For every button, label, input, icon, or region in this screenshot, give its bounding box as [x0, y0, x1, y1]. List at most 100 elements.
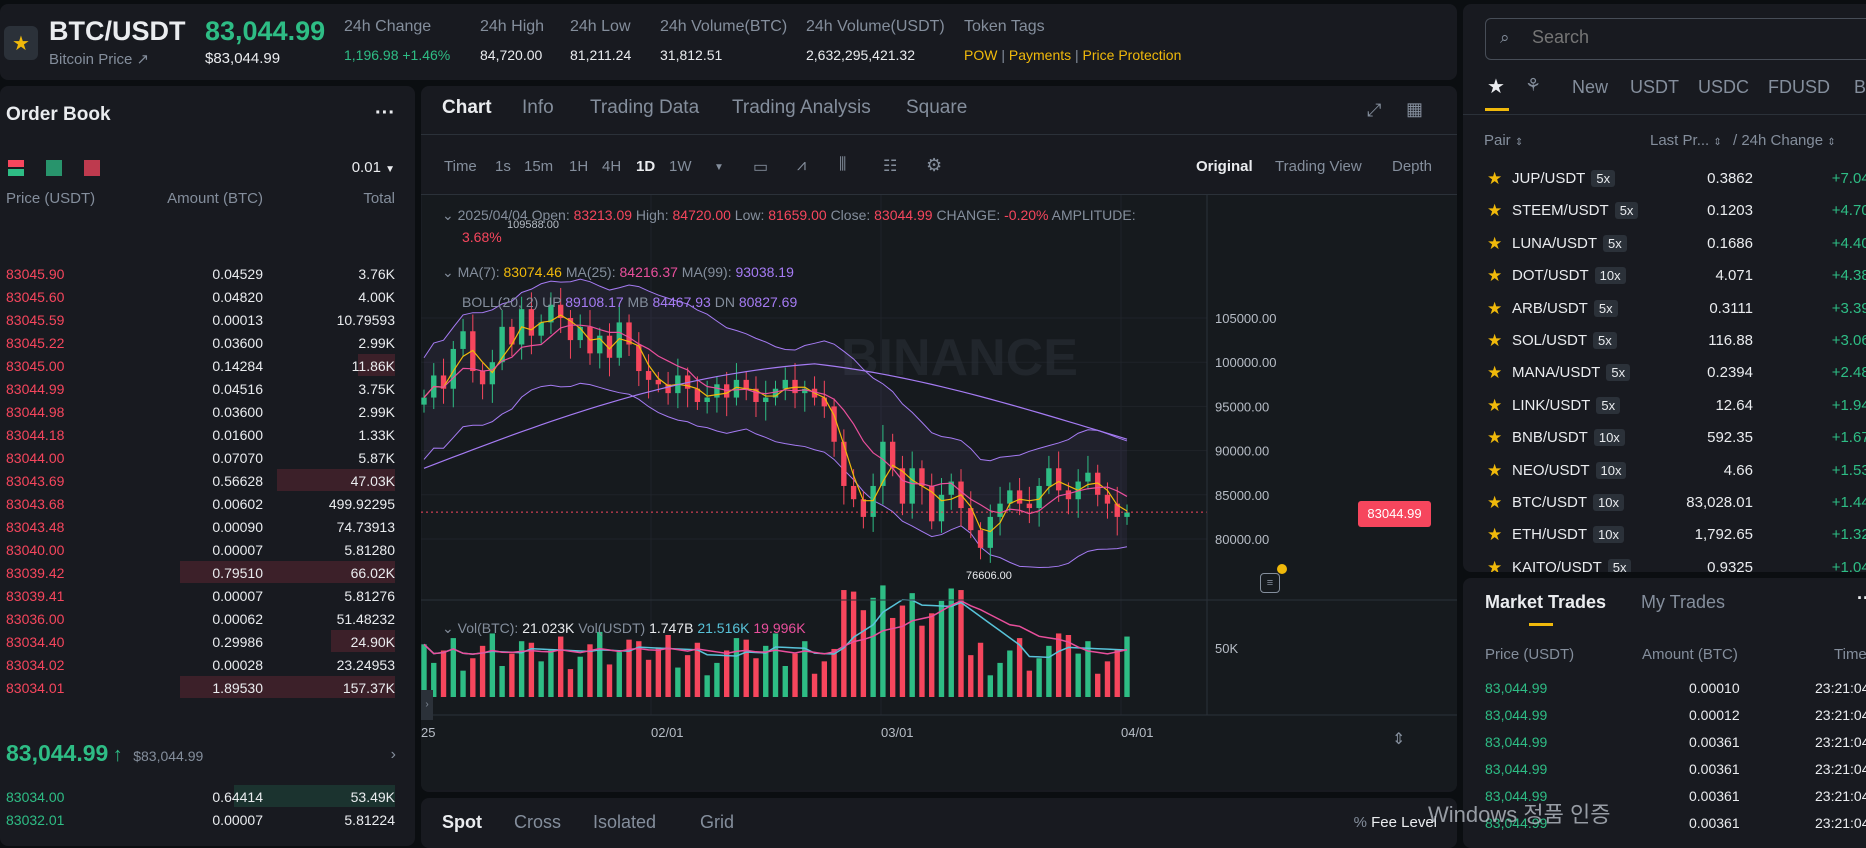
notes-icon[interactable]: ≡ — [1260, 573, 1280, 593]
bitcoin-price-link[interactable]: Bitcoin Price ↗ — [49, 50, 149, 68]
tab-square[interactable]: Square — [906, 97, 967, 119]
tab-isolated[interactable]: Isolated — [593, 812, 656, 833]
tab-usdc[interactable]: USDC — [1698, 77, 1749, 98]
market-row[interactable]: ★ ETH/USDT 10x 1,792.65 +1.32% — [1463, 518, 1866, 550]
interval-1w[interactable]: 1W — [669, 158, 692, 175]
tab-chart[interactable]: Chart — [442, 97, 492, 119]
interval-4h[interactable]: 4H — [602, 158, 621, 175]
star-icon[interactable]: ★ — [1487, 558, 1502, 572]
volume-bar — [792, 653, 798, 697]
tab-my-trades[interactable]: My Trades — [1641, 592, 1725, 613]
tab-cross[interactable]: Cross — [514, 812, 561, 833]
market-row[interactable]: ★ KAITO/USDT 5x 0.9325 +1.04% — [1463, 551, 1866, 572]
tag-price-protection[interactable]: Price Protection — [1083, 47, 1182, 63]
scroll-left-button[interactable]: › — [421, 690, 433, 720]
market-last-price: 1,792.65 — [1694, 526, 1753, 544]
collapse-icon[interactable]: ⌄ — [442, 264, 454, 280]
settings-gear-icon[interactable]: ⚙ — [926, 155, 942, 176]
volume-bar — [987, 675, 993, 697]
col-24h-change[interactable]: / 24h Change ⇕ — [1733, 132, 1836, 149]
view-bids-button[interactable] — [46, 160, 62, 176]
star-icon[interactable]: ★ — [1487, 234, 1502, 254]
tab-usdt[interactable]: USDT — [1630, 77, 1679, 98]
bid-row[interactable]: 83032.01 0.00007 5.81224 — [0, 806, 415, 833]
fullscreen-icon[interactable]: ⤢ — [1367, 100, 1381, 121]
market-pair: LUNA/USDT 5x — [1512, 234, 1627, 252]
view-original[interactable]: Original — [1196, 158, 1253, 175]
precision-select[interactable]: 0.01 ▼ — [352, 159, 395, 176]
star-icon[interactable]: ★ — [1487, 461, 1502, 481]
candle — [704, 397, 710, 402]
star-icon[interactable]: ★ — [1487, 396, 1502, 416]
view-both-button[interactable] — [8, 160, 24, 176]
star-icon[interactable]: ★ — [1487, 428, 1502, 448]
price-chart[interactable]: BINANCE 105000.00 100000.00 95000.00 90000.… — [421, 195, 1457, 790]
collapse-icon[interactable]: ⌄ — [442, 620, 454, 636]
star-icon[interactable]: ★ — [1487, 266, 1502, 286]
x-tick-label: 04/01 — [1121, 725, 1154, 740]
market-row[interactable]: ★ STEEM/USDT 5x 0.1203 +4.70% — [1463, 194, 1866, 226]
chart-panel: Chart Info Trading Data Trading Analysis… — [421, 86, 1457, 792]
ask-row[interactable]: 83034.01 1.89530 157.37K — [0, 674, 415, 701]
hot-icon[interactable]: ⚘ — [1525, 75, 1541, 96]
interval-time[interactable]: Time — [444, 158, 477, 175]
favorites-star-tab[interactable]: ★ — [1487, 74, 1505, 99]
interval-1d[interactable]: 1D — [636, 158, 655, 175]
market-row[interactable]: ★ BNB/USDT 10x 592.35 +1.67% — [1463, 421, 1866, 453]
tab-grid[interactable]: Grid — [700, 812, 734, 833]
ask-amount: 0.04529 — [212, 265, 263, 282]
search-box[interactable]: ⌕ — [1485, 18, 1866, 60]
col-pair[interactable]: Pair ⇕ — [1484, 132, 1523, 149]
template-icon[interactable]: ☷ — [883, 156, 897, 176]
market-row[interactable]: ★ ARB/USDT 5x 0.3111 +3.39% — [1463, 292, 1866, 324]
mid-price-row[interactable]: 83,044.99 ↑ $83,044.99 › — [6, 740, 406, 776]
star-icon[interactable]: ★ — [1487, 525, 1502, 545]
tag-payments[interactable]: Payments — [1009, 47, 1071, 63]
trade-panel: Spot Cross Isolated Grid % Fee Level — [421, 798, 1457, 848]
tab-info[interactable]: Info — [522, 97, 554, 119]
symbol-title[interactable]: BTC/USDT — [49, 16, 186, 47]
market-row[interactable]: ★ JUP/USDT 5x 0.3862 +7.04% — [1463, 162, 1866, 194]
view-trading-view[interactable]: Trading View — [1275, 158, 1362, 175]
candle-type-icon[interactable]: ⫼ — [839, 156, 846, 174]
collapse-icon[interactable]: ⌄ — [442, 207, 454, 223]
col-last-price[interactable]: Last Pr... ⇕ — [1650, 132, 1722, 149]
calendar-icon[interactable]: ▭ — [753, 157, 768, 177]
tab-trading-data[interactable]: Trading Data — [590, 97, 699, 119]
star-icon[interactable]: ★ — [1487, 169, 1502, 189]
market-row[interactable]: ★ LUNA/USDT 5x 0.1686 +4.40% — [1463, 227, 1866, 259]
tab-b[interactable]: B — [1854, 77, 1866, 98]
indicator-icon[interactable]: ⩘ — [797, 157, 806, 175]
tab-new[interactable]: New — [1572, 77, 1608, 98]
star-icon[interactable]: ★ — [1487, 299, 1502, 319]
col-price: Price (USDT) — [6, 190, 96, 207]
market-row[interactable]: ★ BTC/USDT 10x 83,028.01 +1.44% — [1463, 486, 1866, 518]
market-row[interactable]: ★ NEO/USDT 10x 4.66 +1.53% — [1463, 454, 1866, 486]
interval-1h[interactable]: 1H — [569, 158, 588, 175]
market-row[interactable]: ★ DOT/USDT 10x 4.071 +4.38% — [1463, 259, 1866, 291]
tab-spot[interactable]: Spot — [442, 812, 482, 833]
market-row[interactable]: ★ SOL/USDT 5x 116.88 +3.06% — [1463, 324, 1866, 356]
more-options-icon[interactable]: ·· — [1857, 588, 1866, 609]
tab-market-trades[interactable]: Market Trades — [1485, 592, 1606, 613]
star-icon[interactable]: ★ — [1487, 493, 1502, 513]
favorite-star-button[interactable]: ★ — [4, 26, 38, 60]
market-row[interactable]: ★ LINK/USDT 5x 12.64 +1.94% — [1463, 389, 1866, 421]
tag-pow[interactable]: POW — [964, 47, 997, 63]
star-icon[interactable]: ★ — [1487, 331, 1502, 351]
tab-trading-analysis[interactable]: Trading Analysis — [732, 97, 871, 119]
more-options-button[interactable]: ··· — [375, 102, 395, 125]
market-row[interactable]: ★ MANA/USDT 5x 0.2394 +2.48% — [1463, 356, 1866, 388]
star-icon[interactable]: ★ — [1487, 201, 1502, 221]
layout-icon[interactable]: ▦ — [1406, 99, 1423, 120]
star-icon[interactable]: ★ — [1487, 363, 1502, 383]
view-depth[interactable]: Depth — [1392, 158, 1432, 175]
interval-1s[interactable]: 1s — [495, 158, 511, 175]
search-input[interactable] — [1532, 27, 1832, 48]
interval-15m[interactable]: 15m — [524, 158, 553, 175]
view-asks-button[interactable] — [84, 160, 100, 176]
tab-fdusd[interactable]: FDUSD — [1768, 77, 1830, 98]
fee-level-button[interactable]: % Fee Level — [1354, 814, 1437, 831]
more-intervals-icon[interactable]: ▼ — [714, 162, 724, 173]
fit-height-icon[interactable]: ⇕ — [1392, 729, 1405, 749]
